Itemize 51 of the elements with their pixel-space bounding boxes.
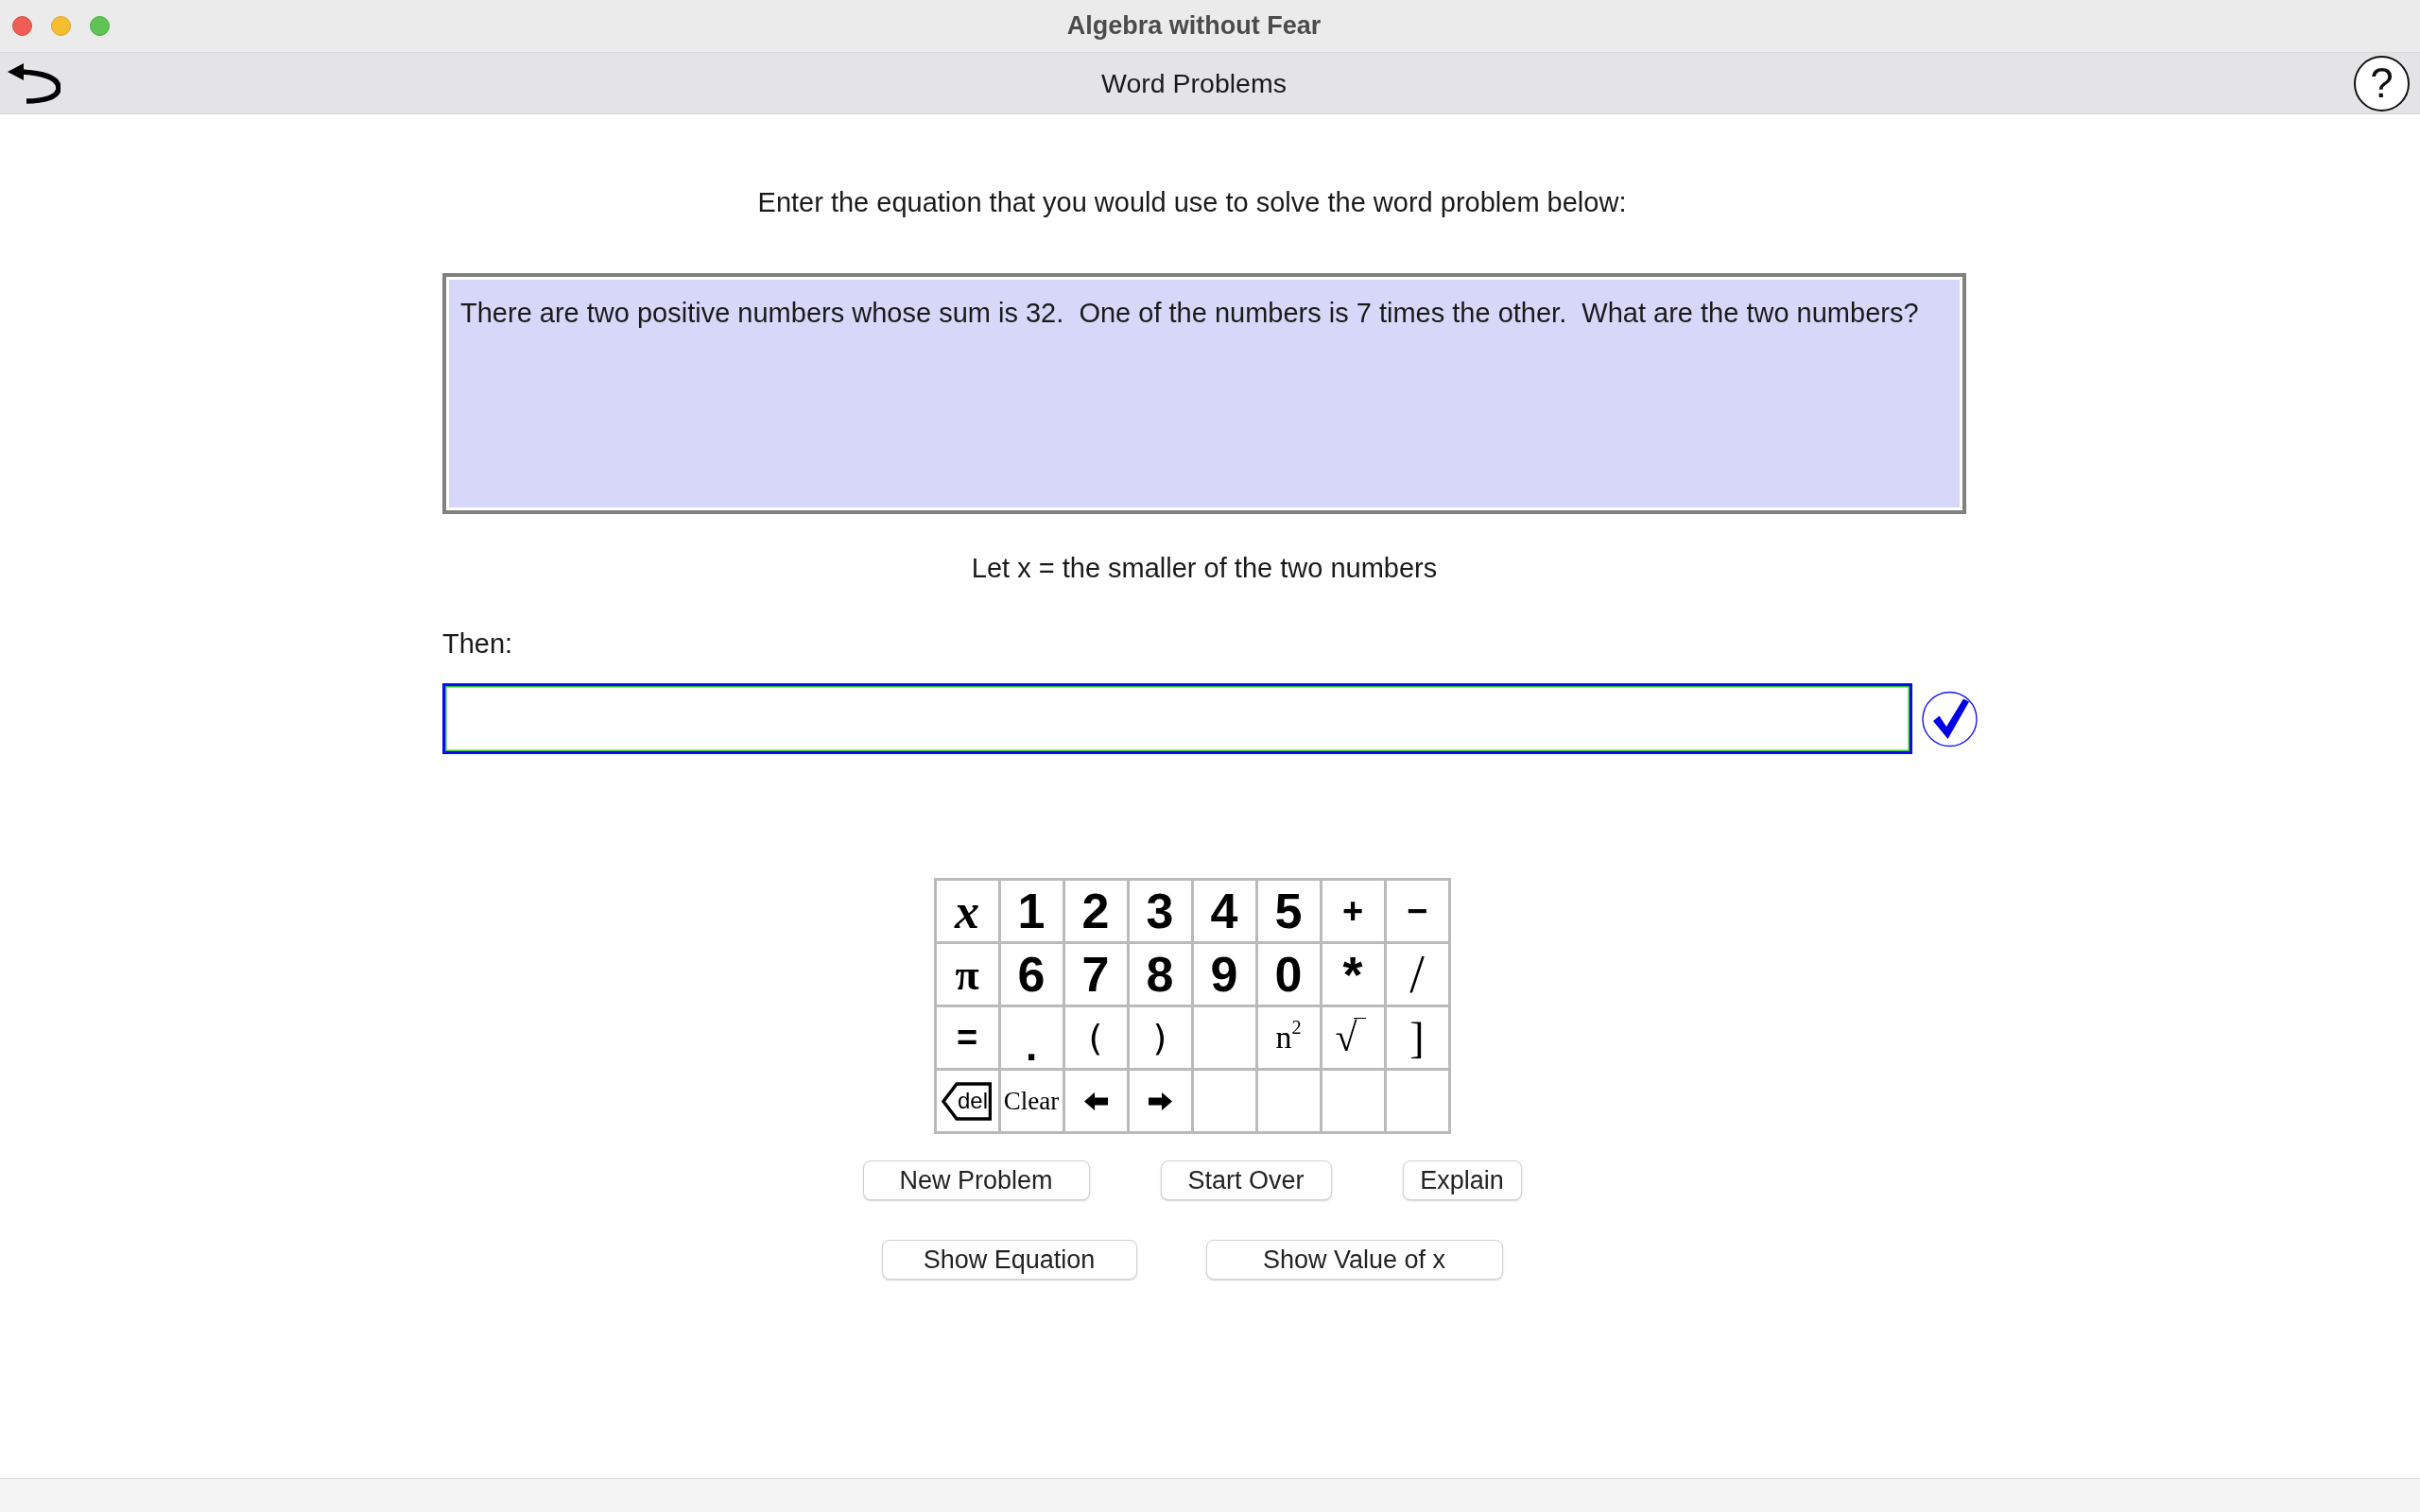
keypad-key[interactable]: 8 [1129,944,1191,1005]
equation-input-field[interactable] [442,683,1912,754]
keypad-key[interactable]: 7 [1064,944,1127,1005]
help-button[interactable]: ? [2354,55,2410,112]
keypad-key[interactable]: / [1386,944,1448,1005]
right-arrow-key[interactable] [1129,1071,1191,1131]
keypad-key[interactable]: = [936,1007,998,1068]
left-arrow-icon [1083,1091,1108,1110]
then-label: Then: [442,627,513,661]
keypad-key[interactable]: 3 [1129,881,1191,941]
action-button[interactable]: Explain [1402,1160,1522,1200]
window-title: Algebra without Fear [1066,11,1322,41]
right-arrow-icon [1148,1091,1172,1110]
curved-arrow-icon[interactable] [8,61,60,105]
keypad-key[interactable]: 0 [1257,944,1320,1005]
keypad-key[interactable]: ( [1064,1007,1127,1068]
backspace-tag-icon [941,1082,992,1121]
keypad-key[interactable]: 6 [1000,944,1063,1005]
keypad-key[interactable]: n$^{2}$ [1257,1007,1320,1068]
variable-definition-text: Let x = the smaller of the two numbers [971,552,1438,585]
screen-title: Word Problems [1101,67,1288,99]
keypad-key[interactable]: x [936,881,998,941]
clear-key[interactable]: Clear [1000,1071,1063,1131]
action-button[interactable]: New Problem [862,1160,1090,1200]
close-icon[interactable] [12,16,32,36]
keypad-key[interactable]: 4 [1193,881,1255,941]
keypad-key[interactable]: ] [1386,1007,1448,1068]
keypad-key[interactable]: * [1322,944,1384,1005]
keypad-key[interactable]: . [1000,1007,1063,1068]
action-button[interactable]: Show Equation [881,1240,1137,1280]
keypad-key[interactable]: 2 [1064,881,1127,941]
keypad-key[interactable]: π [936,944,998,1005]
empty-key [1322,1071,1384,1131]
keypad-key[interactable]: 5 [1257,881,1320,941]
delete-key[interactable]: del [936,1071,998,1131]
keypad-key[interactable]: − [1386,881,1448,941]
keypad-key[interactable]: 9 [1193,944,1255,1005]
keypad-key[interactable]: ) [1129,1007,1191,1068]
keypad-key[interactable]: √ [1322,1007,1384,1068]
keypad-key[interactable]: 1 [1000,881,1063,941]
empty-key [1386,1071,1448,1131]
empty-key [1193,1071,1255,1131]
left-arrow-key[interactable] [1064,1071,1127,1131]
empty-key [1193,1007,1255,1068]
keypad-key[interactable]: + [1322,881,1384,941]
instruction-text: Enter the equation that you would use to solve the word problem below: [757,186,1627,219]
word-problem-panel: There are two positive numbers whose sum is 32. One of the numbers is 7 times the other. What are the two numbers? [442,273,1966,514]
check-circle-icon[interactable] [1922,689,1978,748]
empty-key [1257,1071,1320,1131]
action-button[interactable]: Show Value of x [1205,1240,1503,1280]
action-button[interactable]: Start Over [1160,1160,1332,1200]
